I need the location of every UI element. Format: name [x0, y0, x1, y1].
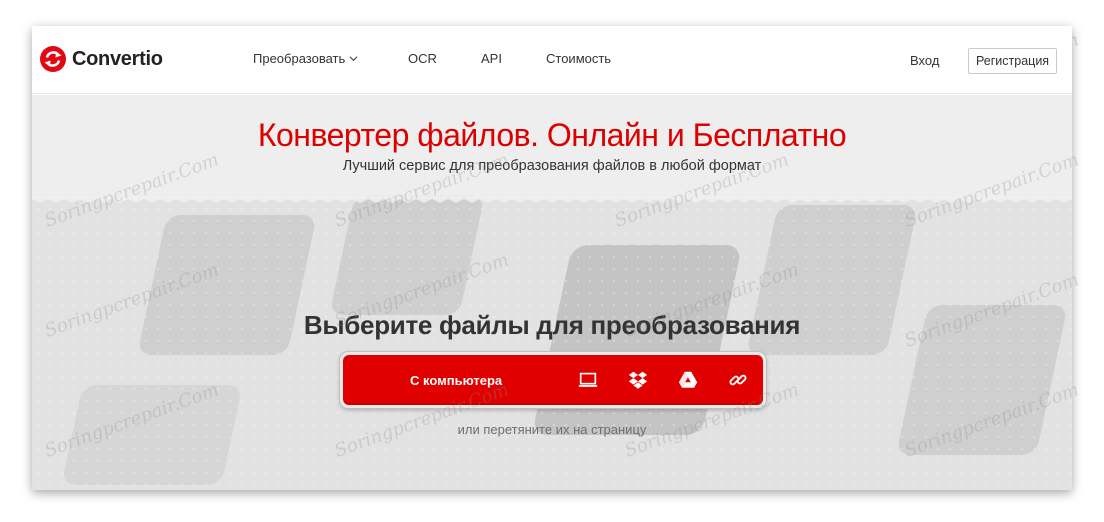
hero-section: Конвертер файлов. Онлайн и Бесплатно Луч…	[32, 95, 1072, 490]
drag-hint: или перетяните их на страницу	[457, 422, 647, 437]
upload-button[interactable]: С компьютера	[343, 355, 763, 405]
browser-viewport: Convertio Преобразовать OCR API Стоимост…	[32, 26, 1072, 490]
nav-item-convert[interactable]: Преобразовать	[253, 51, 408, 66]
convertio-logo-icon	[40, 46, 66, 72]
hero-subtitle: Лучший сервис для преобразования файлов …	[342, 158, 762, 174]
nav-item-pricing[interactable]: Стоимость	[546, 51, 611, 66]
logo[interactable]: Convertio	[40, 46, 163, 72]
register-button[interactable]: Регистрация	[968, 48, 1058, 74]
source-dropbox-button[interactable]	[613, 355, 663, 405]
laptop-icon	[578, 372, 598, 387]
source-google-drive-button[interactable]	[663, 355, 713, 405]
logo-text: Convertio	[72, 47, 163, 70]
main-nav: Преобразовать OCR API Стоимость	[253, 51, 611, 66]
site-header: Convertio Преобразовать OCR API Стоимост…	[32, 26, 1072, 94]
nav-item-label: Преобразовать	[253, 51, 346, 66]
hero-title: Конвертер файлов. Онлайн и Бесплатно	[257, 117, 847, 153]
chevron-down-icon	[349, 56, 358, 62]
nav-item-label: OCR	[408, 51, 437, 66]
dropbox-icon	[628, 371, 648, 389]
upload-box: С компьютера	[340, 352, 766, 408]
source-url-button[interactable]	[713, 355, 763, 405]
upload-from-computer-label: С компьютера	[410, 372, 503, 388]
upload-heading: Выберите файлы для преобразования	[303, 310, 801, 340]
nav-item-api[interactable]: API	[481, 51, 546, 66]
google-drive-icon	[678, 371, 698, 388]
link-icon	[729, 374, 747, 386]
nav-item-label: API	[481, 51, 502, 66]
source-computer-button[interactable]	[563, 355, 613, 405]
nav-item-label: Стоимость	[546, 51, 612, 66]
nav-item-ocr[interactable]: OCR	[408, 51, 481, 66]
login-link[interactable]: Вход	[910, 53, 939, 68]
zigzag-divider	[32, 197, 1072, 203]
